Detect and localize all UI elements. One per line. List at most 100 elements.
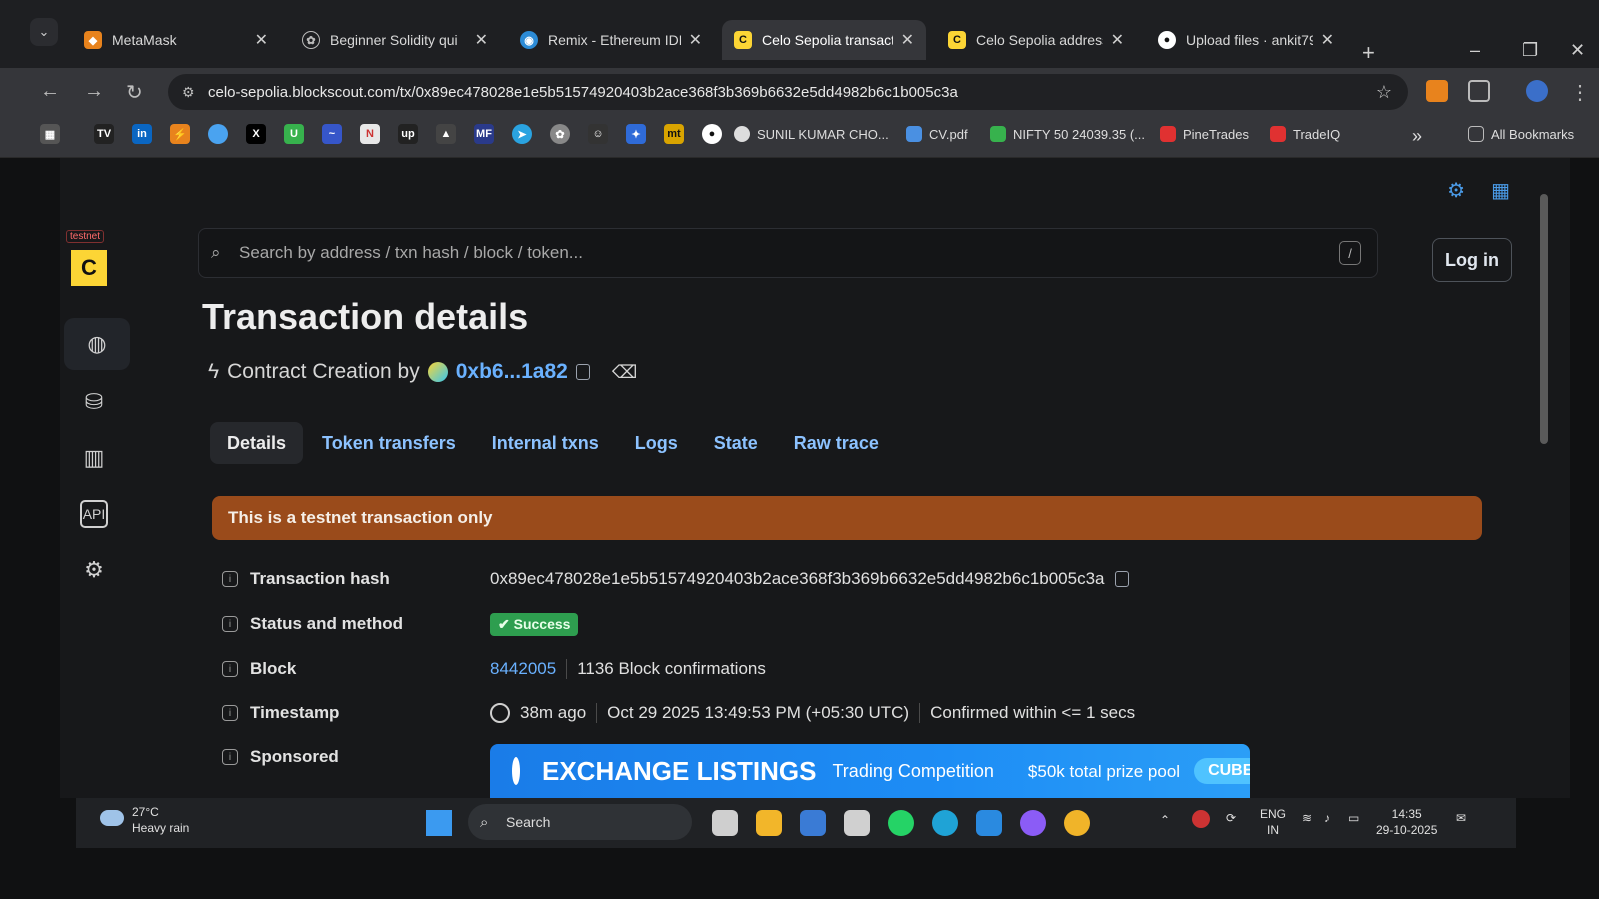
bookmark-pinetrades[interactable]: PineTrades	[1160, 126, 1249, 142]
forward-icon[interactable]: →	[84, 80, 104, 103]
minimize-icon[interactable]: –	[1470, 40, 1480, 61]
tab-metamask[interactable]: ◆ MetaMask ✕	[72, 20, 280, 60]
tab-details[interactable]: Details	[210, 422, 304, 464]
settings-icon[interactable]: ⚙	[80, 556, 108, 584]
close-icon[interactable]: ✕	[1321, 30, 1334, 50]
login-button[interactable]: Log in	[1432, 238, 1512, 282]
all-bookmarks[interactable]: All Bookmarks	[1468, 126, 1574, 142]
taskbar-search[interactable]: ⌕ Search	[468, 804, 692, 840]
windows-start-icon[interactable]	[426, 810, 452, 836]
telegram-icon[interactable]: ➤	[512, 124, 532, 144]
bookmark-nifty[interactable]: NIFTY 50 24039.35 (...	[990, 126, 1145, 142]
tab-solidity-quiz[interactable]: ✿ Beginner Solidity qui ✕	[290, 20, 500, 60]
globe-icon[interactable]: ◍	[64, 318, 130, 370]
block-number-link[interactable]: 8442005	[490, 659, 556, 679]
notification-icon[interactable]: ✉	[1456, 810, 1466, 826]
tab-logs[interactable]: Logs	[618, 422, 695, 464]
language-indicator[interactable]: ENG IN	[1260, 806, 1286, 838]
volume-icon[interactable]: ♪	[1324, 810, 1330, 826]
bookmark-sunil[interactable]: SUNIL KUMAR CHO...	[734, 126, 889, 142]
app-icon[interactable]	[1020, 810, 1046, 836]
tab-celo-address[interactable]: C Celo Sepolia address ✕	[936, 20, 1136, 60]
openai-icon[interactable]: ✿	[550, 124, 570, 144]
page-scrollbar[interactable]	[1540, 182, 1548, 792]
tab-state[interactable]: State	[697, 422, 775, 464]
tab-search-chevron-icon[interactable]: ⌄	[30, 18, 58, 46]
reload-icon[interactable]: ↻	[126, 80, 143, 105]
tag-icon[interactable]: ⌫	[612, 362, 637, 383]
search-input[interactable]: ⌕ Search by address / txn hash / block /…	[198, 228, 1378, 278]
tab-remix[interactable]: ◉ Remix - Ethereum IDE ✕	[508, 20, 714, 60]
bookmark-cv[interactable]: CV.pdf	[906, 126, 968, 142]
url-bar[interactable]: ⚙ celo-sepolia.blockscout.com/tx/0x89ec4…	[168, 74, 1408, 110]
tray-chevron-icon[interactable]: ⌃	[1160, 812, 1170, 828]
tab-token-transfers[interactable]: Token transfers	[305, 422, 473, 464]
copy-icon[interactable]	[1114, 571, 1129, 587]
bookmark-star-icon[interactable]: ☆	[1376, 82, 1392, 103]
tab-raw-trace[interactable]: Raw trace	[777, 422, 896, 464]
wifi-icon[interactable]: ≋	[1302, 810, 1312, 826]
edge-icon[interactable]	[932, 810, 958, 836]
close-icon[interactable]: ✕	[1111, 30, 1124, 50]
metamask-extension-icon[interactable]	[1426, 80, 1448, 102]
mf-bookmark-icon[interactable]: MF	[474, 124, 494, 144]
close-icon[interactable]: ✕	[475, 30, 488, 50]
info-icon[interactable]: i	[222, 705, 238, 721]
tab-internal-txns[interactable]: Internal txns	[475, 422, 616, 464]
close-icon[interactable]: ✕	[901, 30, 914, 50]
close-icon[interactable]: ✕	[689, 30, 702, 50]
close-icon[interactable]: ✕	[255, 30, 268, 50]
x-icon[interactable]: X	[246, 124, 266, 144]
linkedin-icon[interactable]: in	[132, 124, 152, 144]
clock[interactable]: 14:35 29-10-2025	[1376, 806, 1437, 838]
globe-bookmark-icon[interactable]	[208, 124, 228, 144]
battery-icon[interactable]: ▭	[1348, 810, 1359, 826]
creator-address-link[interactable]: 0xb6...1a82	[456, 360, 568, 384]
apps-grid-icon[interactable]: ▦	[1491, 178, 1510, 203]
scrollbar-thumb[interactable]	[1540, 194, 1548, 444]
chart-bookmark-icon[interactable]: ~	[322, 124, 342, 144]
weather-widget[interactable]: 27°C Heavy rain	[100, 804, 189, 836]
rocket-icon[interactable]: ▲	[436, 124, 456, 144]
tray-app-icon[interactable]	[1192, 810, 1210, 828]
profile-avatar[interactable]	[1526, 80, 1548, 102]
site-info-icon[interactable]: ⚙	[182, 84, 195, 101]
github-icon[interactable]: ●	[702, 124, 722, 144]
apps-grid-icon[interactable]: ▦	[40, 124, 60, 144]
extensions-icon[interactable]	[1468, 80, 1490, 102]
info-icon[interactable]: i	[222, 616, 238, 632]
api-icon[interactable]: API	[80, 500, 108, 528]
info-icon[interactable]: i	[222, 749, 238, 765]
whatsapp-icon[interactable]	[888, 810, 914, 836]
celo-logo[interactable]: C	[71, 250, 107, 286]
robot-icon[interactable]: ☺	[588, 124, 608, 144]
gemini-icon[interactable]: ✦	[626, 124, 646, 144]
task-view-icon[interactable]	[712, 810, 738, 836]
sync-icon[interactable]: ⟳	[1226, 810, 1236, 826]
sponsored-ad-banner[interactable]: EXCHANGE LISTINGS Trading Competition $5…	[490, 744, 1250, 798]
store-icon[interactable]	[800, 810, 826, 836]
vscode-icon[interactable]	[976, 810, 1002, 836]
mt-bookmark-icon[interactable]: mt	[664, 124, 684, 144]
tokens-icon[interactable]: ⛁	[80, 388, 108, 416]
chrome-icon[interactable]	[1064, 810, 1090, 836]
file-explorer-icon[interactable]	[756, 810, 782, 836]
info-icon[interactable]: i	[222, 571, 238, 587]
news-bookmark-icon[interactable]: N	[360, 124, 380, 144]
copy-icon[interactable]	[575, 364, 590, 380]
photos-icon[interactable]	[844, 810, 870, 836]
info-icon[interactable]: i	[222, 661, 238, 677]
bolt-bookmark-icon[interactable]: ⚡	[170, 124, 190, 144]
new-tab-button[interactable]: +	[1362, 40, 1375, 66]
bookmarks-overflow[interactable]: »	[1412, 126, 1422, 147]
up-bookmark-icon[interactable]: up	[398, 124, 418, 144]
restore-icon[interactable]: ❐	[1522, 40, 1538, 61]
close-window-icon[interactable]: ✕	[1570, 40, 1585, 61]
back-icon[interactable]: ←	[40, 80, 60, 103]
stats-chart-icon[interactable]: ▥	[80, 444, 108, 472]
upwork-icon[interactable]: U	[284, 124, 304, 144]
settings-gear-icon[interactable]: ⚙	[1447, 178, 1465, 203]
tab-celo-transaction[interactable]: C Celo Sepolia transact ✕	[722, 20, 926, 60]
tv-bookmark-icon[interactable]: TV	[94, 124, 114, 144]
bookmark-tradeiq[interactable]: TradeIQ	[1270, 126, 1340, 142]
